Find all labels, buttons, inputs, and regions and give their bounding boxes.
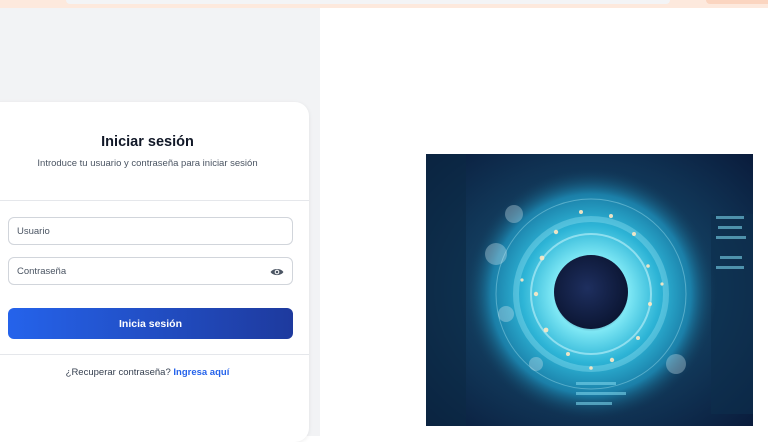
password-input[interactable] — [8, 257, 293, 285]
login-subtitle: Introduce tu usuario y contraseña para i… — [37, 158, 258, 169]
divider-top — [0, 200, 309, 201]
toolbar-button-edge — [706, 0, 768, 4]
address-bar-edge — [66, 0, 670, 4]
username-input[interactable] — [8, 217, 293, 245]
divider-bottom — [0, 354, 309, 355]
login-button[interactable]: Inicia sesión — [8, 308, 293, 339]
browser-top-strip — [0, 0, 768, 8]
cyber-eye-illustration — [426, 154, 753, 426]
recover-password-text: ¿Recuperar contraseña? — [65, 367, 171, 378]
login-card: Iniciar sesión Introduce tu usuario y co… — [0, 102, 309, 442]
page-title: Iniciar sesión — [101, 134, 194, 150]
recover-password-row: ¿Recuperar contraseña? Ingresa aquí — [0, 367, 309, 378]
eye-icon[interactable] — [270, 267, 284, 277]
recover-password-link[interactable]: Ingresa aquí — [173, 367, 229, 378]
